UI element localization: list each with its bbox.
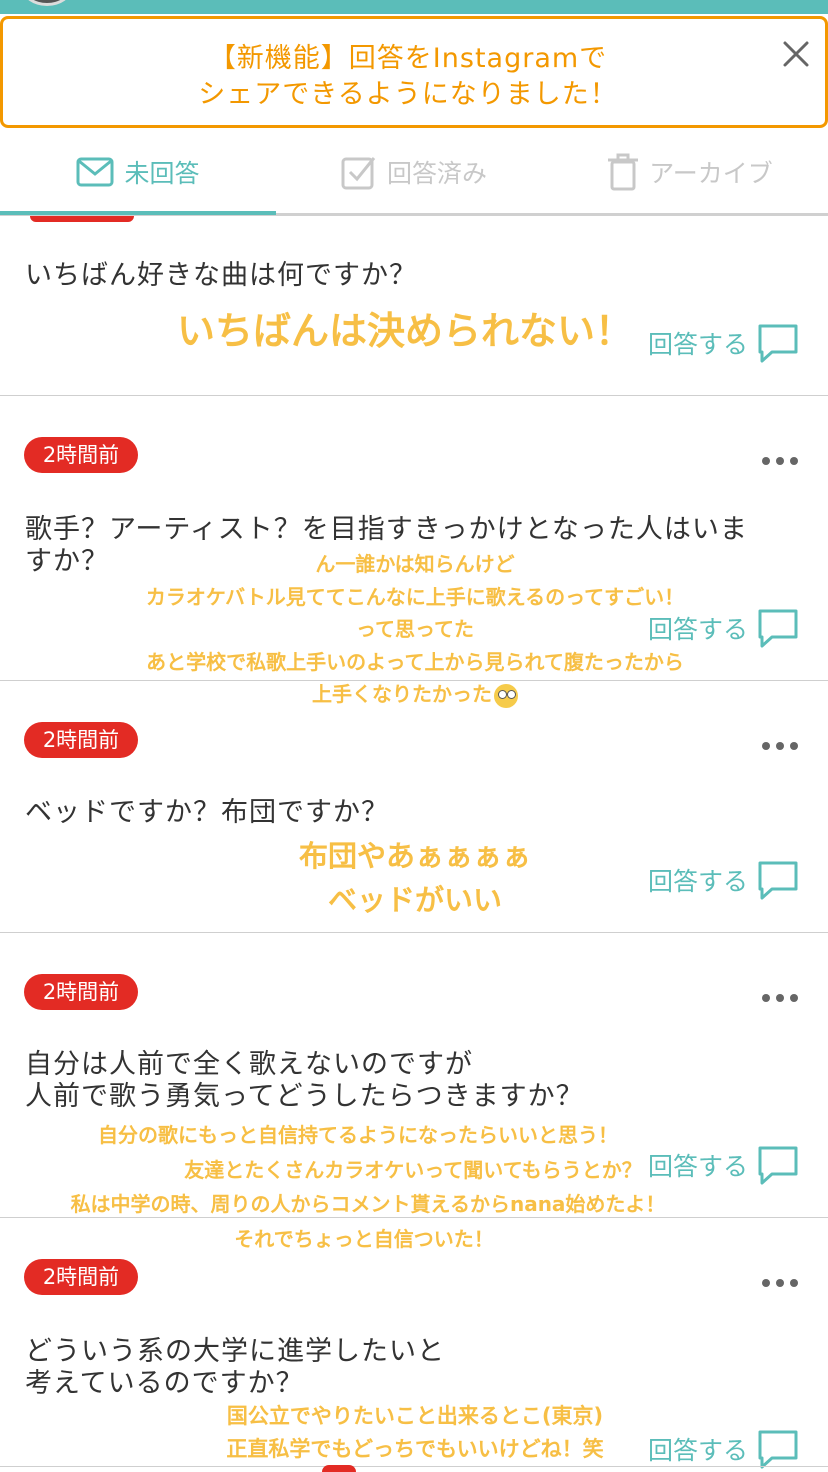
answer-overlay: いちばんは決められない！: [150, 308, 660, 354]
more-options-icon[interactable]: [758, 990, 802, 1006]
card-divider: [0, 1217, 828, 1218]
more-options-icon[interactable]: [758, 453, 802, 469]
announcement-banner[interactable]: 【新機能】回答をInstagramで シェアできるようになりました！: [0, 16, 828, 128]
overlay-line: いちばんは決められない！: [176, 309, 633, 353]
card-divider: [0, 932, 828, 933]
answer-overlay: 国公立でやりたいこと出来るとこ(東京) 正直私学でもどっちでもいいけどね！笑: [160, 1400, 670, 1466]
answer-button-label: 回答する: [648, 1436, 749, 1465]
answer-button[interactable]: 回答する: [648, 318, 800, 368]
active-tab-indicator: [0, 211, 276, 215]
more-options-icon[interactable]: [758, 738, 802, 754]
overlay-line: 国公立でやりたいこと出来るとこ(東京): [226, 1404, 604, 1428]
tab-archive-label: アーカイブ: [649, 159, 773, 188]
card-divider: [0, 395, 828, 396]
overlay-line: 布団やあぁぁぁぁ: [298, 839, 531, 873]
tab-archive[interactable]: アーカイブ: [552, 130, 828, 214]
overlay-line-with-emoji: 上手くなりたかった: [40, 678, 790, 711]
time-badge: 2時間前: [24, 974, 138, 1010]
banner-message: 【新機能】回答をInstagramで シェアできるようになりました！: [63, 41, 753, 113]
overlay-line: ん一誰かは知らんけど: [315, 552, 515, 576]
answer-button-label: 回答する: [648, 1152, 749, 1181]
tab-answered-label: 回答済み: [386, 159, 487, 188]
time-badge: 2時間前: [24, 1259, 138, 1295]
answer-button-label: 回答する: [648, 867, 749, 896]
mail-icon: [76, 157, 114, 187]
answer-button[interactable]: 回答する: [648, 1424, 800, 1472]
tab-unanswered[interactable]: 未回答: [0, 130, 276, 214]
speech-bubble-icon: [758, 324, 798, 363]
question-line: 考えているのですか？: [25, 1368, 304, 1399]
card-divider: [0, 680, 828, 681]
tab-unanswered-label: 未回答: [124, 159, 200, 188]
question-text: どういう系の大学に進学したいと 考えているのですか？: [25, 1336, 815, 1400]
answer-button[interactable]: 回答する: [648, 603, 800, 653]
tab-answered[interactable]: 回答済み: [276, 130, 552, 214]
overlay-line: 友達とたくさんカラオケいって聞いてもらうとか？: [184, 1157, 642, 1182]
speech-bubble-icon: [758, 1430, 798, 1469]
question-line: 人前で歌う勇気ってどうしたらつきますか？: [25, 1081, 584, 1112]
question-line: 歌手？アーティスト？を目指すきっかけとなった人はいま: [25, 514, 748, 545]
question-line: 自分は人前で全く歌えないのですが: [25, 1049, 473, 1080]
card-divider: [0, 1466, 828, 1467]
banner-line-1: 【新機能】回答をInstagramで: [208, 43, 608, 74]
overlay-line: ベッドがいい: [327, 883, 502, 917]
close-icon[interactable]: [773, 33, 819, 79]
speech-bubble-icon: [758, 861, 798, 900]
time-badge-partial: [322, 1465, 356, 1472]
answer-overlay: 自分の歌にもっと自信持てるようになったらいいと思う！ 友達とたくさんカラオケいっ…: [4, 1118, 732, 1256]
speech-bubble-icon: [758, 1146, 798, 1185]
more-options-icon[interactable]: [758, 1275, 802, 1291]
overlay-line: 自分の歌にもっと自信持てるようになったらいいと思う！: [98, 1123, 618, 1147]
answer-overlay: 布団やあぁぁぁぁ ベッドがいい: [250, 834, 580, 922]
question-line: どういう系の大学に進学したいと: [25, 1336, 445, 1367]
top-header-bar: [0, 0, 828, 14]
answer-button[interactable]: 回答する: [648, 855, 800, 905]
overlay-line: それでちょっと自信ついた！: [234, 1226, 494, 1251]
question-text: いちばん好きな曲は何ですか？: [25, 260, 417, 291]
question-text: ベッドですか？布団ですか？: [25, 797, 389, 828]
overlay-line: 正直私学でもどっちでもいいけどね！笑: [226, 1437, 604, 1461]
time-badge: 2時間前: [24, 437, 138, 473]
time-badge: 2時間前: [24, 722, 138, 758]
answer-button-label: 回答する: [648, 615, 749, 644]
checkbox-icon: [341, 157, 376, 190]
overlay-line: 上手くなりたかった: [312, 682, 492, 706]
speech-bubble-icon: [758, 609, 798, 648]
question-text: 自分は人前で全く歌えないのですが 人前で歌う勇気ってどうしたらつきますか？: [25, 1049, 815, 1113]
trash-icon: [608, 153, 639, 191]
eye-roll-emoji-icon: [494, 683, 518, 708]
answer-button-label: 回答する: [648, 330, 749, 359]
tab-bar: 未回答 回答済み アーカイブ: [0, 130, 828, 216]
answer-button[interactable]: 回答する: [648, 1140, 800, 1190]
time-badge-partial: [30, 216, 134, 222]
banner-line-2: シェアできるようになりました！: [198, 79, 618, 110]
